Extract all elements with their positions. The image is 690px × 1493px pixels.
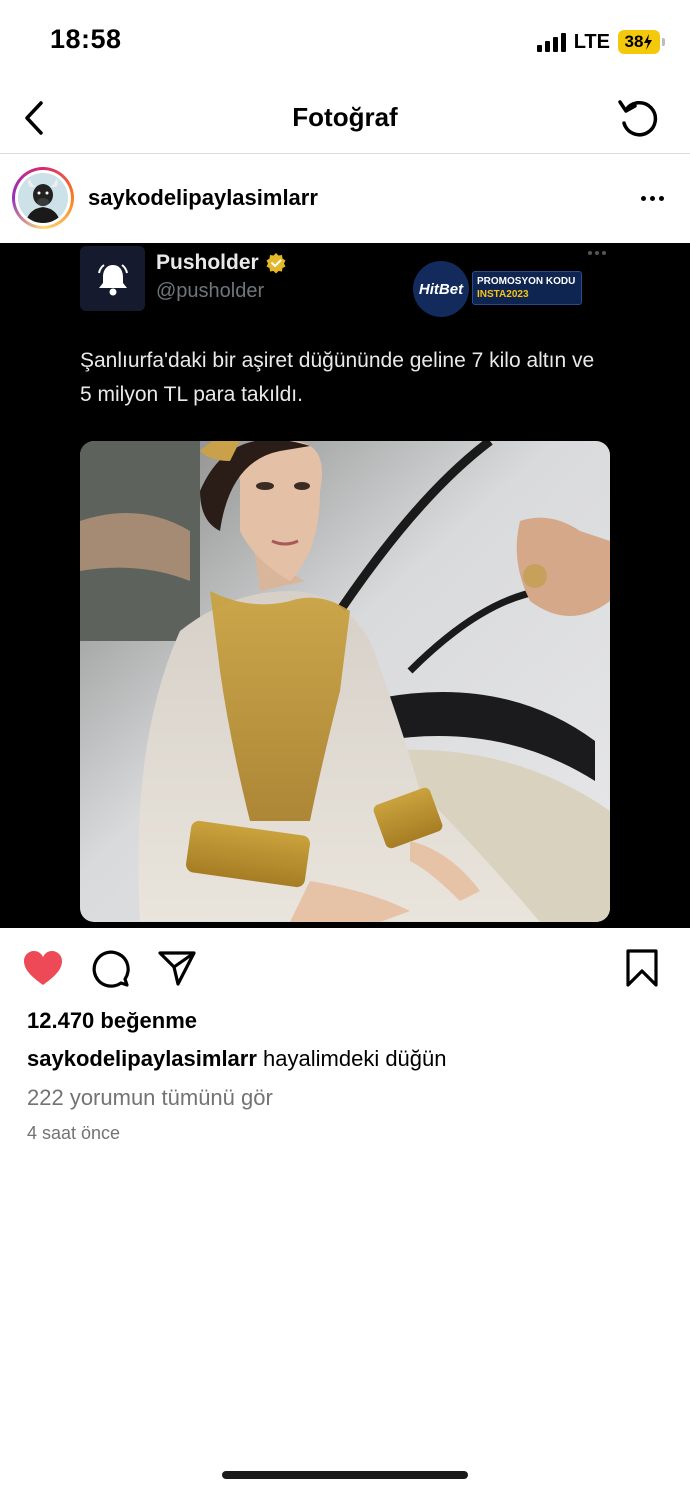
comment-button[interactable] — [88, 946, 132, 990]
save-button[interactable] — [620, 946, 664, 990]
tweet-author-name: Pusholder — [156, 251, 287, 275]
ad-brand-logo: HitBet — [413, 261, 469, 317]
status-indicators: LTE 38 — [536, 28, 665, 56]
status-bar: 18:58 LTE 38 — [0, 0, 690, 84]
promo-title: PROMOSYON KODU — [477, 276, 576, 287]
tweet-text: Şanlıurfa'daki bir aşiret düğününde geli… — [80, 349, 595, 406]
bride-photo-illustration — [80, 441, 610, 922]
nav-header: Fotoğraf — [0, 84, 690, 154]
status-time: 18:58 — [50, 24, 122, 54]
more-dot — [658, 195, 664, 201]
send-icon — [158, 951, 196, 986]
caption-text: hayalimdeki düğün — [256, 1046, 447, 1071]
network-type: LTE — [573, 30, 610, 53]
post-image[interactable]: Pusholder @pusholder HitBet PROMOSYON KO… — [0, 243, 690, 928]
signal-icon — [536, 32, 566, 52]
post-caption: saykodelipaylasimlarr hayalimdeki düğün — [27, 1046, 447, 1072]
tweet-avatar — [80, 246, 145, 311]
promo-code-banner: PROMOSYON KODU INSTA2023 — [472, 271, 582, 305]
comment-icon — [92, 950, 130, 988]
charging-bolt-icon — [644, 34, 653, 50]
tweet-handle: @pusholder — [156, 280, 265, 302]
bookmark-icon — [626, 949, 658, 987]
post-username[interactable]: saykodelipaylasimlarr — [88, 185, 318, 211]
share-button[interactable] — [155, 946, 199, 990]
home-indicator[interactable] — [222, 1471, 468, 1479]
more-dot — [649, 195, 655, 201]
bell-icon — [97, 263, 128, 295]
caption-username[interactable]: saykodelipaylasimlarr — [27, 1046, 257, 1071]
post-actions — [0, 928, 690, 1008]
avatar[interactable] — [12, 167, 74, 229]
verified-badge-icon — [266, 253, 286, 274]
post-timestamp: 4 saat önce — [27, 1123, 121, 1143]
promo-code: INSTA2023 — [477, 289, 529, 300]
bull-avatar-icon — [18, 173, 68, 223]
more-options-button[interactable] — [634, 180, 670, 216]
tweet-author-label: Pusholder — [156, 251, 259, 274]
post-header: saykodelipaylasimlarr — [0, 154, 690, 243]
battery-level: 38 — [624, 32, 644, 51]
battery-icon: 38 — [618, 30, 665, 54]
view-all-comments-link[interactable]: 222 yorumun tümünü gör — [27, 1085, 273, 1111]
refresh-button[interactable] — [614, 94, 662, 142]
more-dot — [640, 195, 646, 201]
page-title: Fotoğraf — [292, 102, 398, 132]
refresh-icon — [618, 100, 658, 137]
tweet-more-icon — [588, 251, 606, 255]
like-button[interactable] — [21, 946, 65, 990]
bride-photo — [80, 441, 610, 922]
heart-filled-icon — [24, 951, 62, 985]
likes-count[interactable]: 12.470 beğenme — [27, 1008, 197, 1034]
